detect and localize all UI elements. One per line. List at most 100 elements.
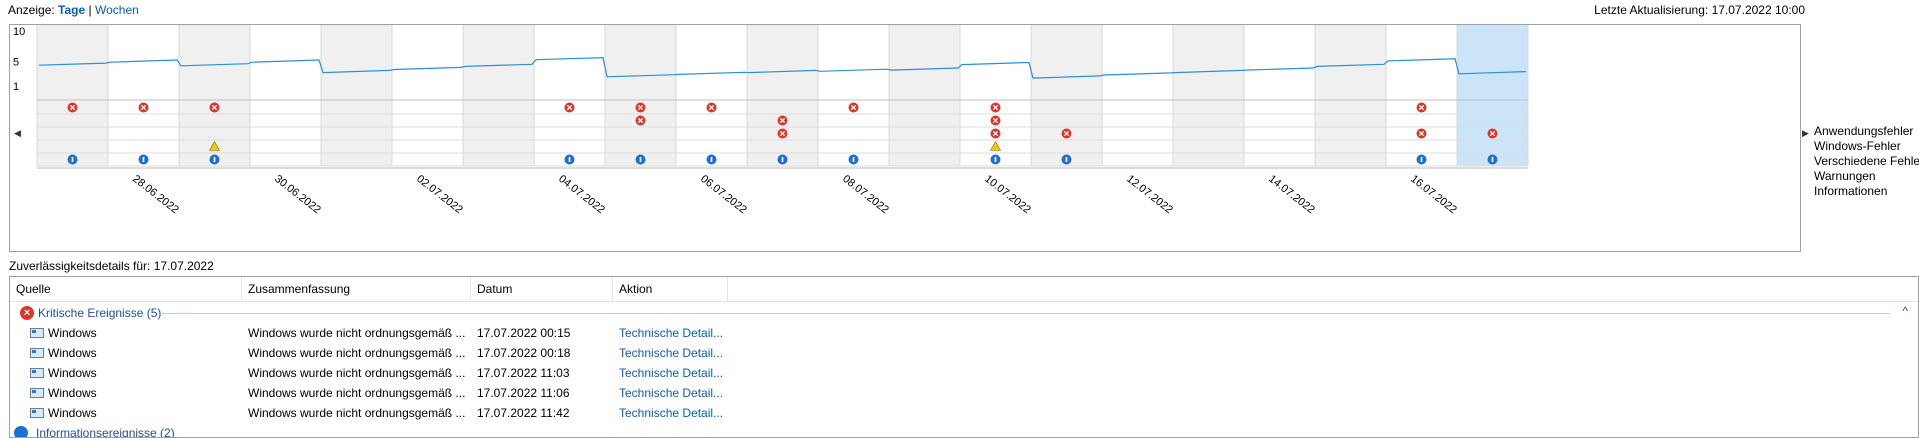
row-summary: Windows wurde nicht ordnungsgemäß ... (248, 406, 466, 420)
legend-item: Warnungen (1814, 169, 1876, 183)
row-date: 17.07.2022 00:15 (477, 326, 571, 340)
information-icon-glyph (994, 157, 997, 162)
collapse-group-icon[interactable]: ^ (1902, 304, 1908, 318)
row-source: Windows (48, 406, 97, 420)
row-date: 17.07.2022 11:06 (477, 386, 570, 400)
row-date: 17.07.2022 11:03 (477, 366, 570, 380)
x-tick-label: 08.07.2022 (840, 173, 891, 216)
y-tick-label: 1 (13, 81, 19, 93)
legend-item: Windows-Fehler (1814, 139, 1901, 153)
view-weeks-link[interactable]: Wochen (95, 3, 139, 17)
windows-source-icon (30, 408, 44, 418)
table-row[interactable]: Windows Windows wurde nicht ordnungsgemä… (10, 363, 1918, 383)
information-icon-glyph (639, 157, 642, 162)
view-selector: Anzeige: Tage | Wochen (8, 3, 139, 17)
day-column (250, 25, 321, 166)
legend-item: Informationen (1814, 184, 1888, 198)
day-column (676, 25, 747, 166)
row-summary: Windows wurde nicht ordnungsgemäß ... (248, 386, 466, 400)
day-column (392, 25, 463, 166)
day-column (889, 25, 960, 166)
x-tick-label: 02.07.2022 (414, 173, 465, 216)
day-column (1244, 25, 1315, 166)
day-column (321, 25, 392, 166)
day-column (1102, 25, 1173, 166)
day-column (463, 25, 534, 166)
day-column (534, 25, 605, 166)
day-column (1173, 25, 1244, 166)
scroll-left-button[interactable]: ◀ (14, 128, 21, 139)
day-column (37, 25, 108, 166)
view-days-link[interactable]: Tage (58, 3, 85, 17)
day-column (605, 25, 676, 166)
information-icon-glyph (568, 157, 571, 162)
table-header: Quelle Zusammenfassung Datum Aktion ^ (10, 277, 1918, 302)
event-legend: Anwendungsfehler Windows-Fehler Verschie… (1814, 124, 1919, 199)
x-tick-label: 14.07.2022 (1266, 173, 1317, 216)
day-column (747, 25, 818, 166)
x-tick-label: 12.07.2022 (1124, 173, 1175, 216)
technical-details-link[interactable]: Technische Detail... (619, 403, 723, 423)
details-title: Zuverlässigkeitsdetails für: 17.07.2022 (9, 259, 214, 273)
windows-source-icon (30, 368, 44, 378)
windows-source-icon (30, 328, 44, 338)
x-tick-label: 06.07.2022 (698, 173, 749, 216)
day-column (1315, 25, 1386, 166)
row-summary: Windows wurde nicht ordnungsgemäß ... (248, 366, 466, 380)
reliability-chart[interactable]: 10 5 1 28.06.2022 30.06.2022 02.07.2022 04.07.… (9, 24, 1801, 252)
group-critical-events[interactable]: × Kritische Ereignisse (5) (16, 303, 161, 323)
day-column (108, 25, 179, 166)
technical-details-link[interactable]: Technische Detail... (619, 343, 723, 363)
group-divider (160, 313, 1890, 314)
table-row[interactable]: Windows Windows wurde nicht ordnungsgemä… (10, 323, 1918, 343)
reliability-chart-svg: 10 5 1 28.06.2022 30.06.2022 02.07.2022 04.07.… (13, 25, 1529, 216)
row-source: Windows (48, 386, 97, 400)
column-header-summary[interactable]: Zusammenfassung (242, 277, 471, 301)
information-icon-glyph (71, 157, 74, 162)
day-column (1386, 25, 1457, 166)
row-date: 17.07.2022 11:42 (477, 406, 570, 420)
x-tick-label: 16.07.2022 (1408, 173, 1459, 216)
technical-details-link[interactable]: Technische Detail... (619, 383, 723, 403)
x-tick-label: 30.06.2022 (272, 173, 323, 216)
critical-error-icon: × (20, 306, 34, 320)
details-table: Quelle Zusammenfassung Datum Aktion ^ × … (9, 276, 1919, 438)
legend-item: Verschiedene Fehler (1814, 154, 1919, 168)
row-date: 17.07.2022 00:18 (477, 346, 571, 360)
information-icon-glyph (213, 157, 216, 162)
row-summary: Windows wurde nicht ordnungsgemäß ... (248, 346, 466, 360)
technical-details-link[interactable]: Technische Detail... (619, 363, 723, 383)
day-column (1031, 25, 1102, 166)
information-icon-glyph (710, 157, 713, 162)
view-prefix: Anzeige: (8, 3, 55, 17)
y-tick-label: 10 (13, 26, 25, 38)
day-column (818, 25, 889, 166)
information-icon-glyph (1065, 157, 1068, 162)
information-icon (14, 426, 28, 437)
table-row[interactable]: Windows Windows wurde nicht ordnungsgemä… (10, 343, 1918, 363)
legend-item: Anwendungsfehler (1814, 124, 1914, 138)
x-tick-label: 28.06.2022 (130, 173, 181, 216)
information-icon-glyph (142, 157, 145, 162)
view-separator: | (88, 3, 92, 17)
y-tick-label: 5 (13, 57, 19, 69)
information-icon-glyph (1491, 157, 1494, 162)
windows-source-icon (30, 388, 44, 398)
x-tick-label: 04.07.2022 (556, 173, 607, 216)
scroll-right-button[interactable]: ▶ (1802, 128, 1809, 139)
table-row[interactable]: Windows Windows wurde nicht ordnungsgemä… (10, 403, 1918, 423)
column-header-action[interactable]: Aktion (613, 277, 728, 301)
information-icon-glyph (781, 157, 784, 162)
table-row[interactable]: Windows Windows wurde nicht ordnungsgemä… (10, 383, 1918, 403)
column-header-source[interactable]: Quelle (10, 277, 242, 301)
day-column (1457, 25, 1528, 166)
technical-details-link[interactable]: Technische Detail... (619, 323, 723, 343)
row-source: Windows (48, 326, 97, 340)
row-source: Windows (48, 366, 97, 380)
group-label: Kritische Ereignisse (5) (38, 306, 162, 320)
windows-source-icon (30, 348, 44, 358)
row-summary: Windows wurde nicht ordnungsgemäß ... (248, 326, 466, 340)
information-icon-glyph (852, 157, 855, 162)
information-icon-glyph (1420, 157, 1423, 162)
sort-ascending-icon: ^ (541, 276, 546, 282)
